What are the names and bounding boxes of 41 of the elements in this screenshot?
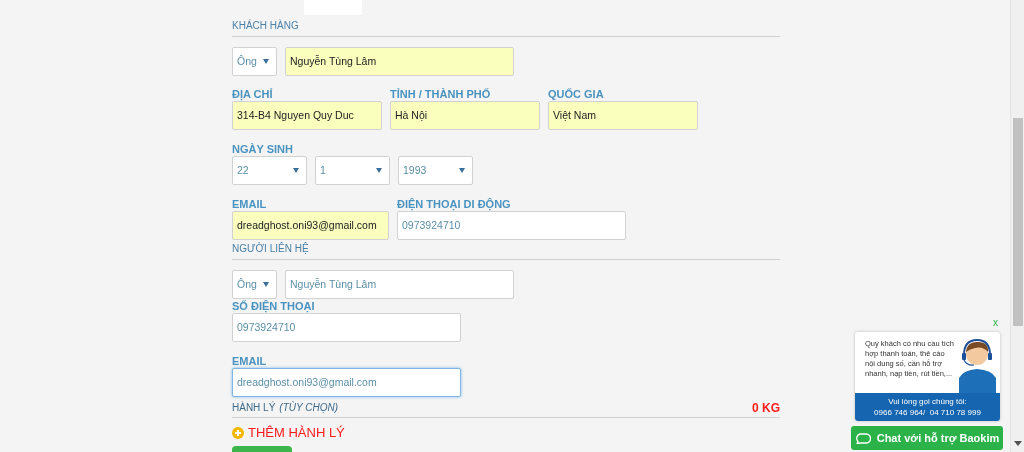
caret-icon <box>263 282 269 287</box>
plus-icon <box>232 427 244 439</box>
chat-bubble-icon <box>854 432 871 444</box>
section-note: (TÙY CHỌN) <box>279 402 339 414</box>
caret-icon <box>459 168 465 173</box>
field-label: ĐIỆN THOẠI DI ĐỘNG <box>397 199 512 210</box>
field-label: SỐ ĐIỆN THOẠI <box>232 301 316 312</box>
date-select[interactable]: 1993 <box>398 156 473 185</box>
caret-icon <box>293 168 299 173</box>
field-label: NGÀY SINH <box>232 144 294 155</box>
salutation-select[interactable]: Ông <box>232 47 277 76</box>
name-field[interactable]: Nguyễn Tùng Lâm <box>285 47 514 76</box>
caret-icon <box>263 59 269 64</box>
date-select[interactable]: 1 <box>315 156 390 185</box>
field-label: TỈNH / THÀNH PHỐ <box>390 89 492 100</box>
phone-field[interactable]: 0973924710 <box>397 211 626 240</box>
field-label: QUỐC GIA <box>548 89 605 100</box>
salutation-select[interactable]: Ông <box>232 270 277 299</box>
name-field[interactable]: Nguyễn Tùng Lâm <box>285 270 514 299</box>
close-button[interactable]: x <box>993 318 998 328</box>
add-baggage-button[interactable]: THÊM HÀNH LÝ <box>232 426 345 440</box>
section-heading: KHÁCH HÀNG <box>232 20 780 37</box>
chat-button[interactable]: Chat với hỗ trợ Baokim <box>851 426 1003 450</box>
address-field[interactable]: 314-B4 Nguyen Quy Duc <box>232 101 382 130</box>
section-heading: HÀNH LÝ <box>232 402 276 414</box>
phone-field[interactable]: 0973924710 <box>232 313 461 342</box>
call-prompt: Vui lòng gọi chúng tôi: <box>888 396 967 407</box>
city-field[interactable]: Hà Nội <box>390 101 540 130</box>
baggage-weight: 0 KG <box>752 402 780 414</box>
scrollbar[interactable] <box>1010 0 1024 452</box>
date-select[interactable]: 22 <box>232 156 307 185</box>
country-field[interactable]: Việt Nam <box>548 101 698 130</box>
phone-numbers: 0966 746 964/ 04 710 78 999 <box>874 406 981 418</box>
section-heading: NGƯỜI LIÊN HỆ <box>232 243 780 260</box>
caret-icon <box>376 168 382 173</box>
field-label: EMAIL <box>232 199 268 210</box>
email-field[interactable]: dreadghost.oni93@gmail.com <box>232 211 389 240</box>
email-field[interactable]: dreadghost.oni93@gmail.com <box>232 368 461 397</box>
field-label: EMAIL <box>232 356 268 367</box>
field-label: ĐỊA CHỈ <box>232 89 274 100</box>
scroll-down-icon <box>1014 441 1022 446</box>
